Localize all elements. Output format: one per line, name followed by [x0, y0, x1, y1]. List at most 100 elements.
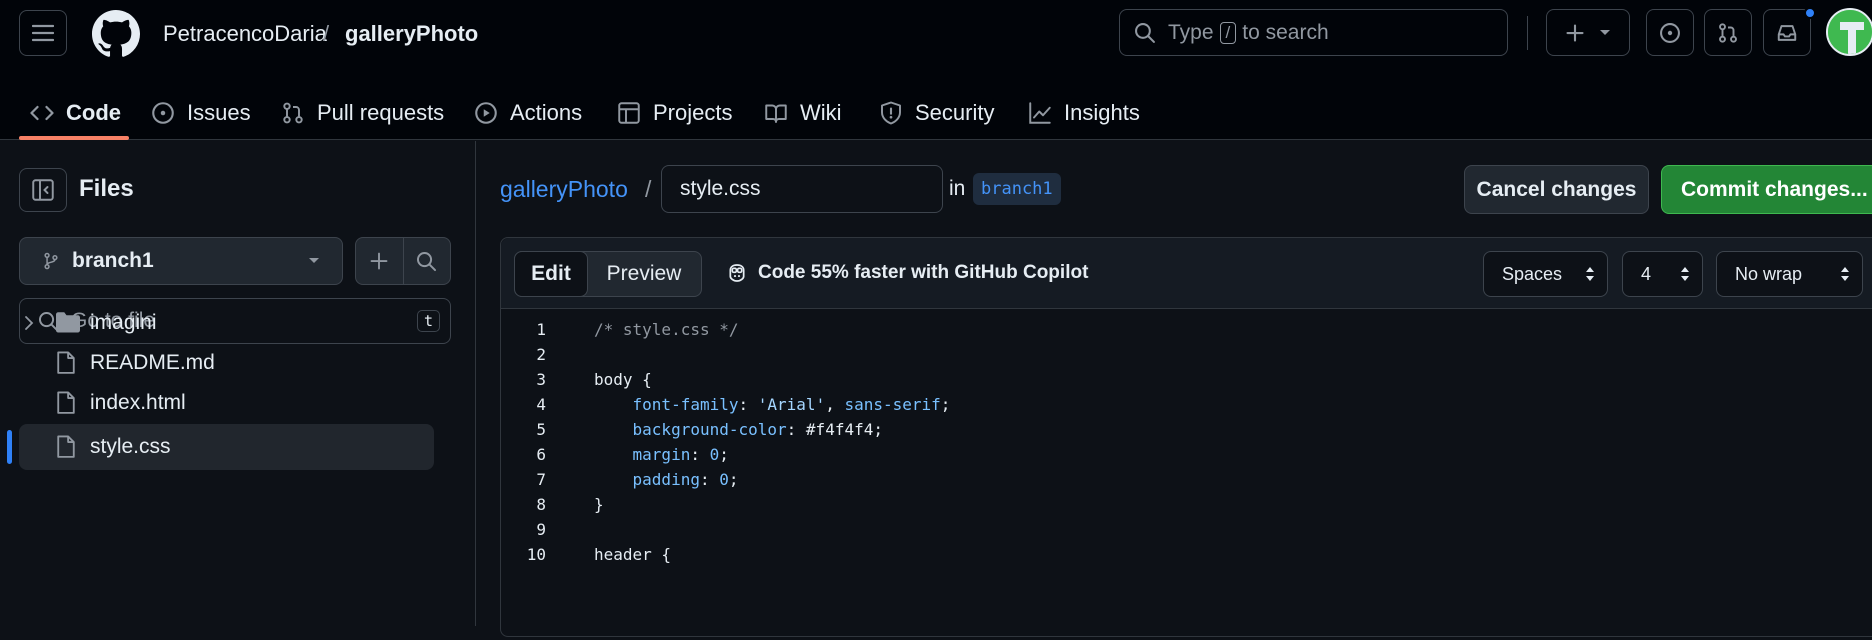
- breadcrumb-owner[interactable]: PetracencoDaria: [163, 20, 327, 48]
- tab-security[interactable]: Security: [879, 86, 994, 140]
- tab-actions[interactable]: Actions: [474, 86, 582, 140]
- tab-wiki[interactable]: Wiki: [764, 86, 842, 140]
- sidebar-collapse-icon: [32, 179, 54, 201]
- indent-mode-select[interactable]: Spaces: [1483, 251, 1608, 297]
- select-arrows-icon: [1841, 267, 1849, 281]
- preview-tab[interactable]: Preview: [587, 252, 701, 296]
- file-icon: [57, 435, 75, 458]
- hamburger-menu-button[interactable]: [19, 10, 67, 56]
- in-label: in: [949, 177, 966, 200]
- tree-item-label: index.html: [90, 391, 186, 414]
- search-icon: [1135, 22, 1155, 43]
- branch-selector[interactable]: branch1: [19, 237, 343, 285]
- code-token: }: [594, 495, 604, 514]
- editor-path-separator: /: [645, 176, 652, 202]
- tab-pull-requests-label: Pull requests: [317, 100, 445, 125]
- inbox-button[interactable]: [1763, 9, 1811, 56]
- search-prefix: Type: [1168, 20, 1214, 44]
- pull-requests-button[interactable]: [1704, 9, 1752, 56]
- triangle-down-icon: [309, 258, 319, 263]
- triangle-down-icon: [1600, 29, 1610, 35]
- copilot-text: Code 55% faster with GitHub Copilot: [758, 262, 1089, 283]
- code-token: font-family: [632, 395, 739, 414]
- code-token: : #f4f4f4;: [786, 420, 883, 439]
- search-suffix: to search: [1242, 20, 1329, 44]
- edit-preview-toggle: Edit Preview: [514, 251, 702, 297]
- line-number: 10: [526, 545, 546, 564]
- top-header: PetracencoDaria / galleryPhoto Type / to…: [0, 0, 1872, 140]
- target-branch-badge[interactable]: branch1: [973, 173, 1061, 205]
- file-icon: [57, 351, 75, 374]
- tree-file-style-css[interactable]: style.css: [0, 424, 476, 470]
- filename-input[interactable]: [661, 165, 943, 213]
- add-file-button[interactable]: [356, 238, 404, 284]
- git-branch-icon: [44, 252, 58, 270]
- search-files-button[interactable]: [404, 238, 451, 284]
- tab-pull-requests[interactable]: Pull requests: [281, 86, 444, 140]
- code-token: margin: [632, 445, 691, 464]
- tree-item-label: README.md: [90, 351, 215, 374]
- issue-opened-icon: [1660, 22, 1680, 43]
- code-token: ;: [940, 395, 951, 414]
- line-text: header {: [594, 540, 671, 570]
- tree-item-label: style.css: [90, 435, 171, 458]
- chevron-right-icon: [25, 316, 34, 330]
- git-pull-request-icon: [1719, 22, 1737, 43]
- repo-nav-tabs: Code Issues Pull requests Actions Projec…: [0, 86, 1872, 140]
- files-title: Files: [79, 175, 134, 202]
- copilot-promo[interactable]: Code 55% faster with GitHub Copilot: [726, 262, 1088, 284]
- code-editor: Edit Preview Code 55% faster with GitHub…: [500, 237, 1872, 637]
- issues-button[interactable]: [1646, 9, 1694, 56]
- cancel-changes-button[interactable]: Cancel changes: [1464, 165, 1649, 214]
- search-input[interactable]: Type / to search: [1119, 9, 1508, 56]
- tab-insights[interactable]: Insights: [1028, 86, 1140, 140]
- folder-icon: [56, 312, 80, 333]
- search-icon: [417, 251, 437, 271]
- indent-size-select[interactable]: 4: [1622, 251, 1703, 297]
- tab-security-label: Security: [915, 100, 995, 125]
- book-icon: [765, 104, 787, 123]
- code-token: 0: [719, 470, 729, 489]
- plus-icon: [370, 252, 388, 270]
- tab-code[interactable]: Code: [30, 86, 121, 140]
- collapse-file-tree-button[interactable]: [19, 168, 67, 212]
- github-logo-icon[interactable]: [92, 10, 140, 58]
- table-icon: [618, 102, 640, 124]
- code-token: ,: [825, 395, 845, 414]
- active-tab-indicator: [19, 136, 129, 140]
- user-avatar[interactable]: [1826, 8, 1872, 56]
- select-arrows-icon: [1681, 267, 1689, 281]
- wrap-mode-select[interactable]: No wrap: [1716, 251, 1863, 297]
- create-new-button[interactable]: [1546, 9, 1630, 56]
- breadcrumb-repo[interactable]: galleryPhoto: [345, 20, 478, 48]
- code-token: 'Arial': [757, 395, 826, 414]
- tab-issues[interactable]: Issues: [151, 86, 251, 140]
- branch-name: branch1: [72, 249, 154, 272]
- code-token: ;: [728, 470, 739, 489]
- code-token: 0: [709, 445, 720, 464]
- code-token: header {: [594, 545, 672, 564]
- code-line[interactable]: 10 header {: [501, 540, 1861, 570]
- commit-changes-button[interactable]: Commit changes...: [1661, 165, 1872, 214]
- edit-tab[interactable]: Edit: [514, 251, 588, 297]
- wrap-mode-value: No wrap: [1735, 263, 1803, 284]
- tab-wiki-label: Wiki: [800, 100, 842, 125]
- inbox-icon: [1777, 24, 1797, 41]
- search-shortcut-key: /: [1219, 21, 1237, 44]
- tab-code-label: Code: [66, 100, 121, 125]
- tab-projects[interactable]: Projects: [617, 86, 732, 140]
- tab-projects-label: Projects: [653, 100, 733, 125]
- breadcrumb-separator: /: [323, 21, 330, 46]
- code-token: padding: [632, 470, 700, 489]
- graph-icon: [1029, 102, 1051, 124]
- tree-file-index-html[interactable]: index.html: [0, 380, 476, 426]
- editor-path-repo-link[interactable]: galleryPhoto: [500, 176, 628, 203]
- code-icon: [30, 105, 54, 121]
- notification-dot: [1804, 7, 1816, 19]
- play-icon: [475, 102, 497, 124]
- code-token: body {: [594, 370, 652, 389]
